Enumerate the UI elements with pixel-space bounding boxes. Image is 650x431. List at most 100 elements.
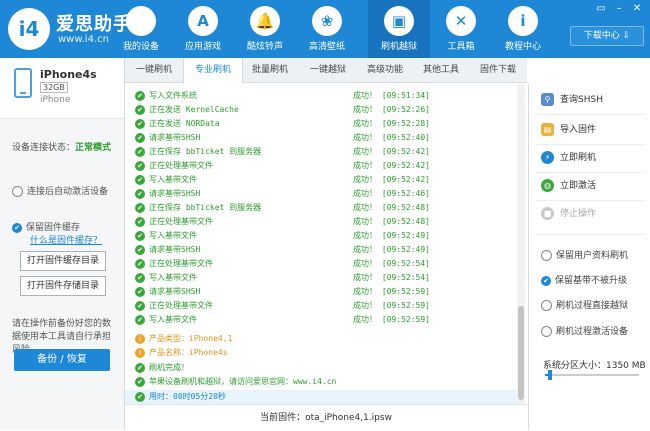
log-status: 成功！ [09:52:59]	[353, 287, 430, 296]
option-keep-baseband[interactable]: ✔ 保留基带不被升级	[541, 273, 627, 286]
flash-now-button[interactable]: ⚡ 立即刷机	[541, 150, 596, 166]
log-status: 成功！ [09:52:46]	[353, 189, 430, 198]
info-circle-icon: i	[135, 334, 145, 344]
flower-icon: ❀	[312, 6, 342, 36]
tab-one-click-jailbreak[interactable]: 一键越狱	[299, 58, 357, 82]
log-status: 成功！ [09:52:42]	[353, 161, 430, 170]
nav-ringtones[interactable]: 🔔 酷炫铃声	[234, 0, 296, 58]
log-row: ✔ 正在发送 KernelCache 成功！ [09:52:26]	[125, 103, 517, 117]
log-row: ✔ 请求基带SHSH 成功！ [09:52:46]	[125, 187, 517, 201]
tab-bar: 一键刷机 专业刷机 批量刷机 一键越狱 高级功能 其他工具 固件下载	[125, 58, 527, 83]
nav-apps[interactable]: A 应用游戏	[172, 0, 234, 58]
log-text: 正在保存 bbTicket 到服务器	[149, 147, 262, 156]
check-circle-icon: ✔	[135, 259, 145, 269]
search-icon: ⚲	[541, 93, 554, 106]
log-text: 正在处理基带文件	[149, 161, 213, 170]
log-text: 请求基带SHSH	[149, 245, 201, 254]
checkmark-icon: ✔	[541, 275, 551, 286]
nav-wallpapers[interactable]: ❀ 高清壁纸	[296, 0, 358, 58]
nav-toolbox[interactable]: ✕ 工具箱	[430, 0, 492, 58]
radio-icon	[12, 186, 23, 197]
log-scrollbar[interactable]	[517, 84, 525, 404]
nav-label: 高清壁纸	[308, 42, 345, 52]
connection-status-value: 正常模式	[75, 143, 112, 153]
log-row: ✔ 写入基带文件 成功！ [09:52:54]	[125, 271, 517, 285]
nav-label: 工具箱	[447, 42, 475, 52]
log-status: 成功！ [09:52:42]	[353, 147, 430, 156]
log-status: 成功！ [09:52:48]	[353, 217, 430, 226]
partition-size-slider[interactable]	[545, 370, 639, 380]
right-panel: ⚲ 查询SHSH ▤ 导入固件 ⚡ 立即刷机 ◍ 立即激活 ■ 停止操作 保留用户资料刷机…	[528, 84, 650, 430]
log-row: ✔ 苹果设备刷机和越狱，请访问爱思官网：www.i4.cn	[125, 375, 517, 389]
skin-icon[interactable]: ▭	[594, 3, 608, 14]
download-center-button[interactable]: 下载中心 ⇩	[570, 26, 644, 46]
info-icon: i	[508, 6, 538, 36]
option-activate-device[interactable]: 刷机过程激活设备	[541, 324, 628, 337]
option-keep-user-data[interactable]: 保留用户资料刷机	[541, 248, 628, 261]
log-status: 成功！ [09:52:26]	[353, 105, 430, 114]
keep-cache-option[interactable]: ✔ 保留固件缓存	[12, 220, 80, 233]
what-is-cache-link[interactable]: 什么是固件缓存？	[30, 233, 102, 246]
check-circle-icon: ✔	[135, 189, 145, 199]
log-status: 成功！ [09:52:54]	[353, 273, 430, 282]
log-text: 正在处理基带文件	[149, 217, 213, 226]
import-firmware-button[interactable]: ▤ 导入固件	[541, 122, 596, 138]
log-text: 用时：00时05分20秒	[149, 392, 226, 401]
log-status: 成功！ [09:52:42]	[353, 175, 430, 184]
auto-activate-option[interactable]: 连接后自动激活设备	[12, 184, 108, 197]
radio-icon	[541, 250, 552, 261]
divider	[535, 234, 645, 235]
check-circle-icon: ✔	[135, 203, 145, 213]
device-type: iPhone	[40, 95, 71, 105]
check-circle-icon: ✔	[135, 301, 145, 311]
tab-advanced[interactable]: 高级功能	[357, 58, 413, 82]
lightning-icon: ⚡	[541, 151, 554, 164]
minimize-icon[interactable]: –	[612, 3, 626, 14]
nav-flash-jailbreak[interactable]: ▣ 刷机越狱	[368, 0, 430, 58]
log-status: 成功！ [09:52:49]	[353, 245, 430, 254]
nav-my-device[interactable]: 我的设备	[110, 0, 172, 58]
apple-icon	[126, 6, 156, 36]
nav-label: 酷炫铃声	[246, 42, 283, 52]
backup-restore-button[interactable]: 备份 / 恢复	[14, 349, 110, 371]
tab-firmware-download[interactable]: 固件下载	[469, 58, 527, 82]
query-shsh-button[interactable]: ⚲ 查询SHSH	[541, 92, 603, 108]
log-text: 写入基带文件	[149, 175, 197, 184]
option-jailbreak[interactable]: 刷机过程直接越狱	[541, 298, 628, 311]
nav-tutorials[interactable]: i 教程中心	[492, 0, 554, 58]
check-circle-icon: ✔	[135, 377, 145, 387]
log-status: 成功！ [09:52:48]	[353, 203, 430, 212]
open-store-dir-button[interactable]: 打开固件存储目录	[20, 276, 106, 296]
check-circle-icon: ✔	[135, 147, 145, 157]
stop-icon: ■	[541, 207, 554, 220]
import-firmware-label: 导入固件	[560, 125, 597, 135]
stop-operation-button[interactable]: ■ 停止操作	[541, 206, 596, 222]
log-row: ✔ 正在处理基带文件 成功！ [09:52:48]	[125, 215, 517, 229]
close-icon[interactable]: ✕	[630, 3, 644, 14]
tab-batch-flash[interactable]: 批量刷机	[241, 58, 299, 82]
scrollbar-thumb[interactable]	[518, 306, 524, 400]
check-circle-icon: ✔	[135, 175, 145, 185]
device-card: iPhone4s 32GB iPhone	[0, 58, 124, 119]
activate-now-button[interactable]: ◍ 立即激活	[541, 178, 596, 194]
log-text: 苹果设备刷机和越狱，请访问爱思官网：www.i4.cn	[149, 377, 337, 386]
tools-icon: ✕	[446, 6, 476, 36]
device-capacity: 32GB	[40, 82, 68, 93]
slider-handle[interactable]	[547, 370, 552, 380]
check-circle-icon: ✔	[135, 287, 145, 297]
log-text: 正在发送 KernelCache	[149, 105, 239, 114]
log-row: ✔ 写入基带文件 成功！ [09:52:59]	[125, 313, 517, 327]
flash-log: ✔ 写入文件系统 成功！ [09:51:34] ✔ 正在发送 KernelCache 成…	[125, 84, 517, 404]
folder-icon: ▤	[541, 123, 554, 136]
app-store-icon: A	[188, 6, 218, 36]
tab-other-tools[interactable]: 其他工具	[413, 58, 469, 82]
tab-one-click-flash[interactable]: 一键刷机	[125, 58, 183, 82]
check-circle-icon: ✔	[135, 133, 145, 143]
dropbox-box-icon: ▣	[384, 6, 414, 36]
log-row: ✔ 正在处理基带文件 成功！ [09:52:59]	[125, 299, 517, 313]
open-cache-dir-button[interactable]: 打开固件缓存目录	[20, 251, 106, 271]
tab-pro-flash[interactable]: 专业刷机	[183, 58, 243, 83]
check-circle-icon: ✔	[135, 392, 145, 402]
log-text: 写入基带文件	[149, 315, 197, 324]
option-keep-baseband-label: 保留基带不被升级	[555, 276, 628, 286]
